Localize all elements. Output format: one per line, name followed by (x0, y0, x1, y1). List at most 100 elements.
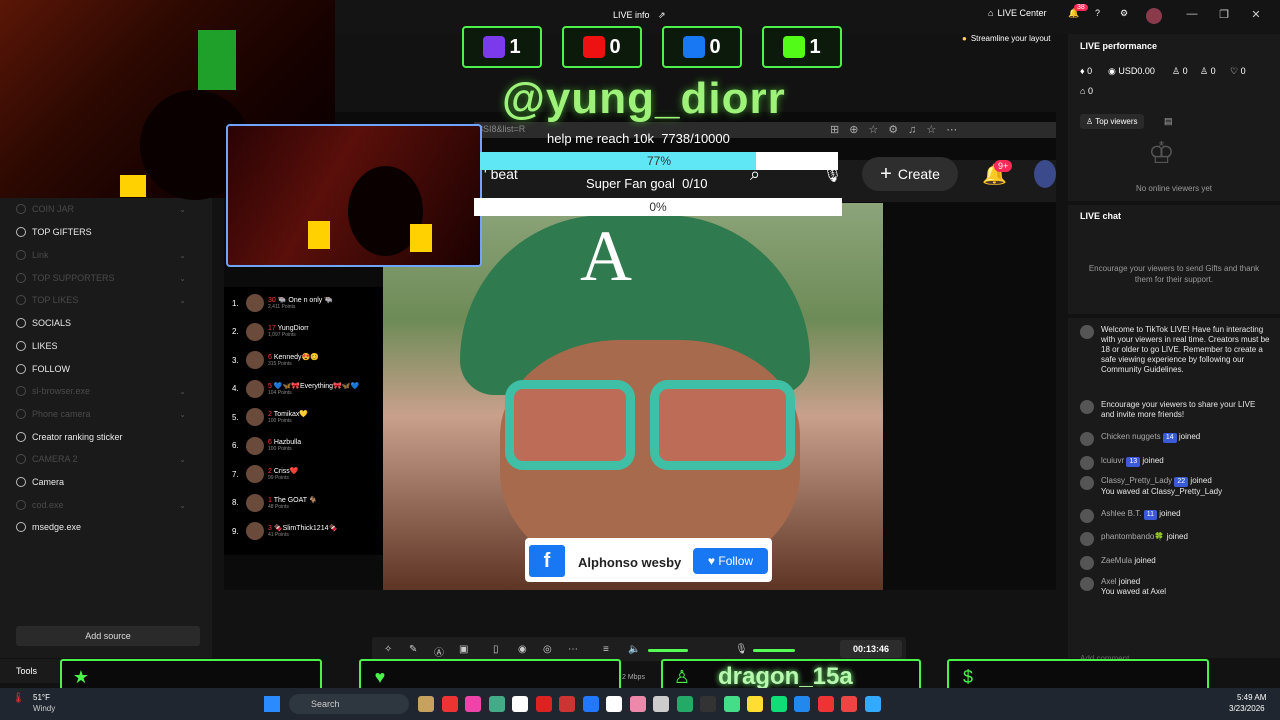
speaker-icon[interactable]: 🔈 (628, 644, 640, 655)
camera-2-feed[interactable] (226, 124, 482, 267)
taskbar-app-icon[interactable] (629, 696, 646, 712)
live-center-button[interactable]: ⌂ LIVE Center (988, 8, 1046, 18)
taskbar-app-icon[interactable] (747, 696, 763, 712)
taskbar-app-icon[interactable] (770, 696, 787, 712)
taskbar-app-icon[interactable] (723, 696, 740, 712)
screen-icon[interactable]: ▣ (459, 644, 468, 655)
chat-event: Chicken nuggets 14 joined (1080, 432, 1270, 446)
close-icon[interactable]: ✕ (1247, 8, 1265, 24)
live-info-title[interactable]: LIVE info (613, 10, 650, 20)
chevron-down-icon[interactable]: ⌄ (179, 205, 186, 214)
leaderboard-row: 7. 2 Criss❤️ 99 Points (232, 461, 299, 487)
help-icon[interactable]: ? (1095, 8, 1100, 18)
source-item[interactable]: sl-browser.exe ⌄ (16, 383, 186, 399)
youtube-icon (583, 36, 606, 58)
event-text: Ashlee B.T. 11 joined (1101, 509, 1181, 520)
source-item[interactable]: TOP SUPPORTERS ⌄ (16, 270, 186, 286)
source-item[interactable]: LIKES (16, 338, 186, 354)
avatar[interactable] (1146, 8, 1162, 24)
taskbar-app-icon[interactable] (841, 696, 857, 712)
chevron-down-icon[interactable]: ⌄ (179, 251, 186, 260)
share-icon[interactable]: ⇗ (658, 10, 666, 21)
chat-event: ZaeMula joined (1080, 556, 1270, 570)
mixer-icon[interactable]: ≡ (603, 644, 609, 655)
source-icon (16, 295, 26, 305)
chevron-down-icon[interactable]: ⌄ (179, 410, 186, 419)
rank: 1. (232, 298, 239, 308)
leaderboard-row: 5. 2 Tomikax💛 100 Points (232, 404, 308, 430)
source-item[interactable]: Phone camera ⌄ (16, 406, 186, 422)
dollar-icon: $ (962, 667, 973, 687)
counter-twitch: 1 (462, 26, 542, 68)
chevron-down-icon[interactable]: ⌄ (179, 274, 186, 283)
streamline-tip[interactable]: ● Streamline your layout (962, 34, 1050, 43)
avatar (1080, 456, 1094, 470)
add-source-button[interactable]: Add source (16, 626, 200, 646)
taskbar-app-icon[interactable] (653, 696, 669, 712)
clock-time[interactable]: 5:49 AM (1237, 693, 1266, 702)
stat-diamonds: ♦ 0 (1080, 66, 1093, 76)
taskbar-app-icon[interactable] (418, 696, 434, 712)
settings-gear-icon[interactable]: ⚙ (1120, 8, 1128, 19)
taskbar-app-icon[interactable] (676, 696, 693, 712)
source-item[interactable]: SOCIALS (16, 315, 186, 331)
source-item[interactable]: COIN JAR ⌄ (16, 201, 186, 217)
mic-icon[interactable]: 🎙 (735, 644, 748, 655)
source-icon (16, 432, 26, 442)
taskbar-app-icon[interactable] (512, 696, 528, 712)
source-item[interactable]: TOP GIFTERS (16, 224, 186, 240)
source-item[interactable]: Camera (16, 474, 186, 490)
speaker-volume-slider[interactable] (648, 649, 688, 652)
taskbar-search[interactable]: Search (289, 694, 409, 714)
create-button[interactable]: + Create (862, 157, 958, 191)
source-item[interactable]: CAMERA 2 ⌄ (16, 451, 186, 467)
chevron-down-icon[interactable]: ⌄ (179, 387, 186, 396)
source-item[interactable]: Creator ranking sticker (16, 429, 186, 445)
source-icon (16, 522, 26, 532)
taskbar-app-icon[interactable] (700, 696, 716, 712)
effects-icon[interactable]: ✧ (384, 644, 392, 655)
rank: 6. (232, 441, 239, 450)
list-icon[interactable]: ▤ (1164, 116, 1173, 127)
taskbar-app-icon[interactable] (535, 696, 552, 712)
points: 99 Points (268, 475, 289, 481)
phone-icon[interactable]: ▯ (493, 644, 499, 655)
chevron-down-icon[interactable]: ⌄ (179, 501, 186, 510)
avatar (1080, 432, 1094, 446)
taskbar-app-icon[interactable] (441, 696, 458, 712)
more-icon[interactable]: ⋯ (568, 644, 578, 655)
tools-tab[interactable]: Tools (0, 659, 60, 683)
taskbar-app-icon[interactable] (582, 696, 599, 712)
taskbar-app-icon[interactable] (606, 696, 622, 712)
minimize-icon[interactable]: — (1183, 8, 1201, 24)
chevron-down-icon[interactable]: ⌄ (179, 455, 186, 464)
source-item[interactable]: cod.exe ⌄ (16, 497, 186, 513)
mic-volume-slider[interactable] (753, 649, 795, 652)
windows-start-icon[interactable] (264, 696, 280, 712)
source-item[interactable]: msedge.exe (16, 519, 186, 535)
stat-likes: ♡ 0 (1230, 66, 1246, 76)
taskbar-app-icon[interactable] (465, 696, 481, 712)
ai-icon[interactable]: Ⓐ (434, 644, 444, 659)
taskbar-app-icon[interactable] (794, 696, 810, 712)
taskbar-app-icon[interactable] (864, 696, 881, 712)
record-icon[interactable]: ◉ (518, 644, 527, 655)
source-item[interactable]: Link ⌄ (16, 247, 186, 263)
source-item[interactable]: TOP LIKES ⌄ (16, 292, 186, 308)
taskbar-app-icon[interactable] (488, 696, 505, 712)
temperature[interactable]: 51°F (33, 693, 50, 702)
chevron-down-icon[interactable]: ⌄ (179, 296, 186, 305)
source-item[interactable]: FOLLOW (16, 361, 186, 377)
edit-icon[interactable]: ✎ (409, 644, 417, 655)
top-viewers-tab[interactable]: ♙ Top viewers (1080, 114, 1144, 129)
chat-event: phantombando🍀 joined (1080, 532, 1270, 546)
stream-timer: 00:13:46 (840, 640, 902, 658)
follow-button[interactable]: ♥ Follow (693, 548, 768, 574)
taskbar-app-icon[interactable] (817, 696, 834, 712)
profile-avatar[interactable] (1034, 160, 1056, 188)
event-text: Axel joined You waved at Axel (1101, 577, 1167, 596)
hat-logo: A (580, 216, 632, 296)
maximize-icon[interactable]: ❐ (1215, 8, 1233, 24)
taskbar-app-icon[interactable] (559, 696, 575, 712)
camera-switch-icon[interactable]: ◎ (543, 644, 552, 655)
